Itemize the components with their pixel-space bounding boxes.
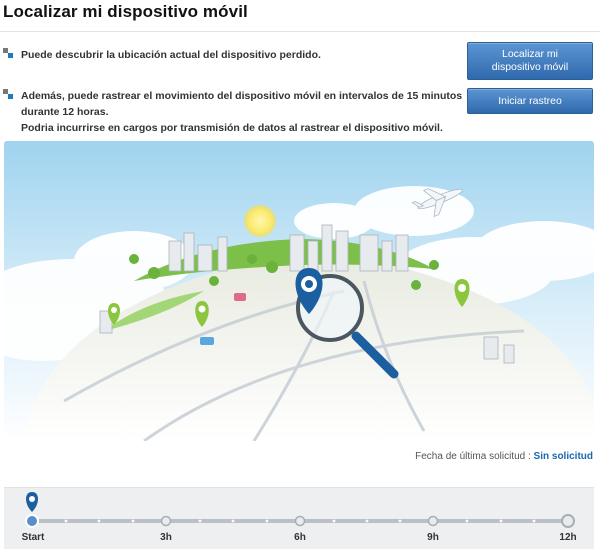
bullet-icon — [3, 89, 14, 100]
track-info-line: Además, puede rastrear el movimiento del… — [21, 90, 463, 102]
sun-icon — [244, 205, 276, 237]
car-icon — [200, 337, 214, 345]
timeline-marker-start[interactable] — [25, 514, 39, 528]
locate-info: Puede descubrir la ubicación actual del … — [3, 47, 321, 63]
track-info-line: durante 12 horas. — [21, 106, 109, 118]
last-request: Fecha de última solicitud : Sin solicitu… — [415, 451, 593, 462]
current-position-pin-icon — [26, 492, 38, 512]
locate-device-button[interactable]: Localizar mi dispositivo móvil — [467, 42, 593, 80]
timeline-label-9h: 9h — [427, 532, 439, 543]
last-request-label: Fecha de última solicitud : — [415, 451, 531, 462]
timeline-marker-6h[interactable] — [294, 515, 306, 527]
track-info-text: Además, puede rastrear el movimiento del… — [21, 88, 462, 136]
timeline-label-12h: 12h — [559, 532, 577, 543]
title-divider — [0, 31, 600, 32]
car-icon — [234, 293, 246, 301]
timeline-label-start: Start — [21, 532, 45, 543]
track-info: Además, puede rastrear el movimiento del… — [3, 88, 462, 136]
page-title: Localizar mi dispositivo móvil — [3, 2, 248, 21]
timeline-label-3h: 3h — [160, 532, 172, 543]
timeline-marker-3h[interactable] — [160, 515, 172, 527]
bullet-icon — [3, 48, 14, 59]
timeline-marker-9h[interactable] — [427, 515, 439, 527]
start-tracking-button[interactable]: Iniciar rastreo — [467, 88, 593, 114]
map-illustration — [4, 141, 594, 441]
locate-info-text: Puede descubrir la ubicación actual del … — [21, 49, 321, 61]
timeline-marker-12h[interactable] — [561, 514, 575, 528]
globe-city-illustration — [4, 141, 594, 441]
timeline-label-6h: 6h — [294, 532, 306, 543]
track-info-line: Podria incurrirse en cargos por transmis… — [21, 122, 443, 134]
last-request-value: Sin solicitud — [533, 451, 593, 462]
